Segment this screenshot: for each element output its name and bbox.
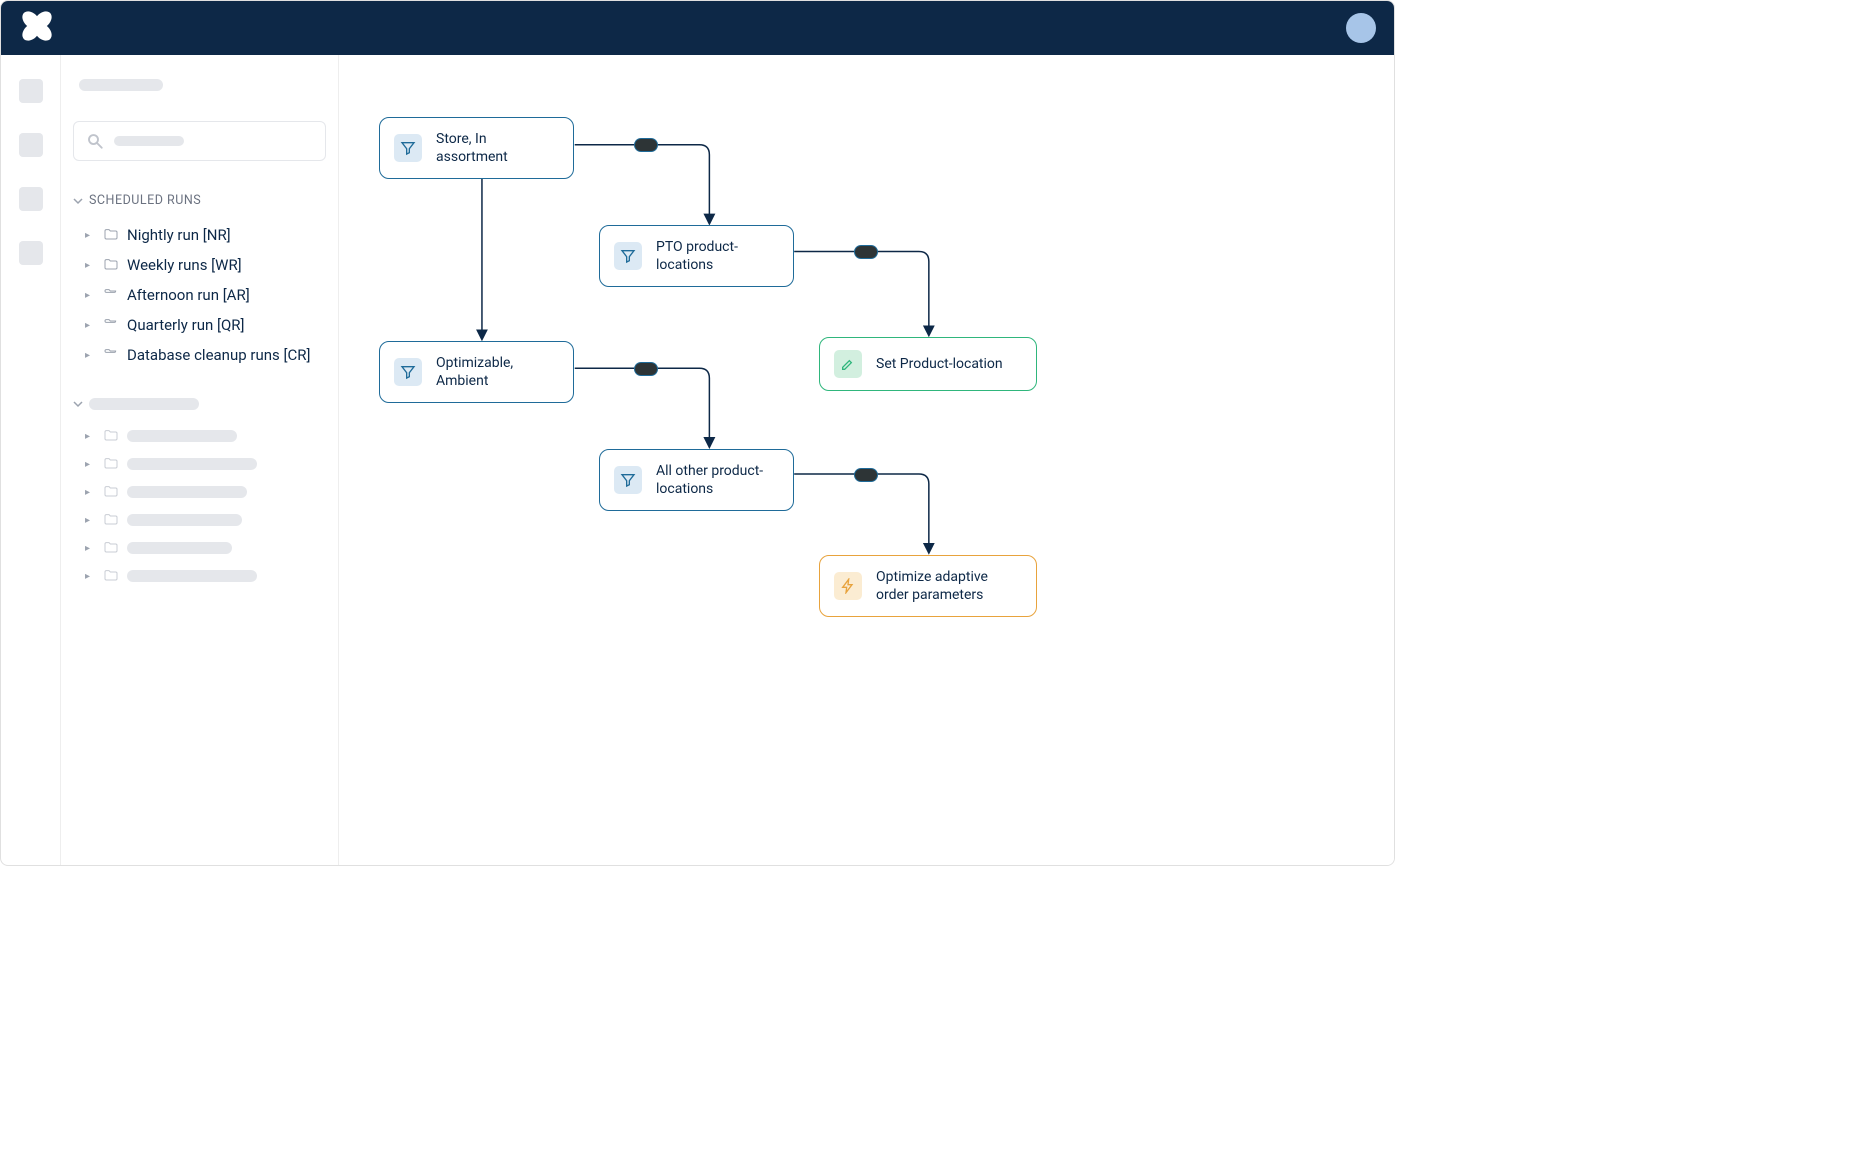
node-label: Optimize adaptive order parameters bbox=[876, 568, 1022, 604]
avatar[interactable] bbox=[1346, 13, 1376, 43]
node-optimizable-ambient[interactable]: Optimizable, Ambient bbox=[379, 341, 574, 403]
tree-label: Nightly run [NR] bbox=[127, 226, 231, 244]
app-logo bbox=[19, 8, 55, 48]
chevron-right-icon: ▸ bbox=[85, 260, 95, 271]
folder-icon bbox=[103, 428, 119, 444]
folder-icon bbox=[103, 227, 119, 243]
chevron-right-icon: ▸ bbox=[85, 230, 95, 241]
tree-item-placeholder[interactable]: ▸ bbox=[85, 562, 326, 590]
edge-connector[interactable] bbox=[634, 362, 658, 376]
chevron-right-icon: ▸ bbox=[85, 290, 95, 301]
bolt-icon bbox=[834, 572, 862, 600]
node-pto-product-locations[interactable]: PTO product-locations bbox=[599, 225, 794, 287]
node-optimize-adaptive-order-parameters[interactable]: Optimize adaptive order parameters bbox=[819, 555, 1037, 617]
section-title-placeholder bbox=[89, 398, 199, 410]
filter-icon bbox=[394, 134, 422, 162]
tree-label: Quarterly run [QR] bbox=[127, 316, 244, 334]
edge-connector[interactable] bbox=[634, 138, 658, 152]
sidebar: SCHEDULED RUNS ▸ Nightly run [NR] ▸ Week… bbox=[61, 55, 339, 865]
tree-label: Weekly runs [WR] bbox=[127, 256, 242, 274]
chevron-right-icon: ▸ bbox=[85, 431, 95, 442]
section-title: SCHEDULED RUNS bbox=[89, 193, 201, 208]
tree-item[interactable]: ▸ Nightly run [NR] bbox=[85, 220, 326, 250]
chevron-down-icon bbox=[73, 196, 83, 206]
node-label: Set Product-location bbox=[876, 355, 1003, 373]
tree-item[interactable]: ▸ Weekly runs [WR] bbox=[85, 250, 326, 280]
edit-icon bbox=[834, 350, 862, 378]
label-placeholder bbox=[127, 542, 232, 554]
filter-icon bbox=[614, 242, 642, 270]
node-label: Optimizable, Ambient bbox=[436, 354, 559, 390]
chevron-right-icon: ▸ bbox=[85, 543, 95, 554]
label-placeholder bbox=[127, 514, 242, 526]
folder-icon bbox=[103, 456, 119, 472]
folder-icon bbox=[103, 287, 119, 303]
folder-icon bbox=[103, 568, 119, 584]
tree-item-placeholder[interactable]: ▸ bbox=[85, 422, 326, 450]
navrail-item[interactable] bbox=[19, 133, 43, 157]
navrail-item[interactable] bbox=[19, 241, 43, 265]
tree-item[interactable]: ▸ Afternoon run [AR] bbox=[85, 280, 326, 310]
node-all-other-product-locations[interactable]: All other product-locations bbox=[599, 449, 794, 511]
sidebar-section-scheduled-runs[interactable]: SCHEDULED RUNS bbox=[73, 187, 326, 214]
node-label: PTO product-locations bbox=[656, 238, 779, 274]
chevron-right-icon: ▸ bbox=[85, 571, 95, 582]
chevron-right-icon: ▸ bbox=[85, 515, 95, 526]
tree-item[interactable]: ▸ Quarterly run [QR] bbox=[85, 310, 326, 340]
tree-item-placeholder[interactable]: ▸ bbox=[85, 478, 326, 506]
edge-connector[interactable] bbox=[854, 245, 878, 259]
node-set-product-location[interactable]: Set Product-location bbox=[819, 337, 1037, 391]
label-placeholder bbox=[127, 570, 257, 582]
label-placeholder bbox=[127, 458, 257, 470]
search-input[interactable] bbox=[73, 121, 326, 161]
chevron-right-icon: ▸ bbox=[85, 459, 95, 470]
tree-label: Database cleanup runs [CR] bbox=[127, 346, 310, 364]
workflow-canvas[interactable]: Store, In assortment PTO product-locatio… bbox=[339, 55, 1394, 865]
folder-icon bbox=[103, 257, 119, 273]
label-placeholder bbox=[127, 486, 247, 498]
tree-item-placeholder[interactable]: ▸ bbox=[85, 534, 326, 562]
tree-item[interactable]: ▸ Database cleanup runs [CR] bbox=[85, 340, 326, 370]
node-label: All other product-locations bbox=[656, 462, 779, 498]
placeholder-tree: ▸ ▸ ▸ ▸ ▸ ▸ bbox=[73, 422, 326, 590]
folder-icon bbox=[103, 540, 119, 556]
search-icon bbox=[86, 132, 104, 150]
navrail-item[interactable] bbox=[19, 79, 43, 103]
search-placeholder bbox=[114, 136, 184, 146]
node-store-in-assortment[interactable]: Store, In assortment bbox=[379, 117, 574, 179]
sidebar-section-placeholder[interactable] bbox=[73, 392, 326, 416]
nav-rail bbox=[1, 55, 61, 865]
tree-item-placeholder[interactable]: ▸ bbox=[85, 506, 326, 534]
chevron-right-icon: ▸ bbox=[85, 487, 95, 498]
chevron-right-icon: ▸ bbox=[85, 320, 95, 331]
folder-icon bbox=[103, 347, 119, 363]
filter-icon bbox=[394, 358, 422, 386]
chevron-right-icon: ▸ bbox=[85, 350, 95, 361]
chevron-down-icon bbox=[73, 399, 83, 409]
scheduled-runs-tree: ▸ Nightly run [NR] ▸ Weekly runs [WR] ▸ … bbox=[73, 220, 326, 370]
edge-connector[interactable] bbox=[854, 468, 878, 482]
filter-icon bbox=[614, 466, 642, 494]
tree-label: Afternoon run [AR] bbox=[127, 286, 250, 304]
folder-icon bbox=[103, 317, 119, 333]
sidebar-title-placeholder bbox=[79, 79, 163, 91]
tree-item-placeholder[interactable]: ▸ bbox=[85, 450, 326, 478]
folder-icon bbox=[103, 484, 119, 500]
node-label: Store, In assortment bbox=[436, 130, 559, 166]
navrail-item[interactable] bbox=[19, 187, 43, 211]
label-placeholder bbox=[127, 430, 237, 442]
app-header bbox=[1, 1, 1394, 55]
folder-icon bbox=[103, 512, 119, 528]
